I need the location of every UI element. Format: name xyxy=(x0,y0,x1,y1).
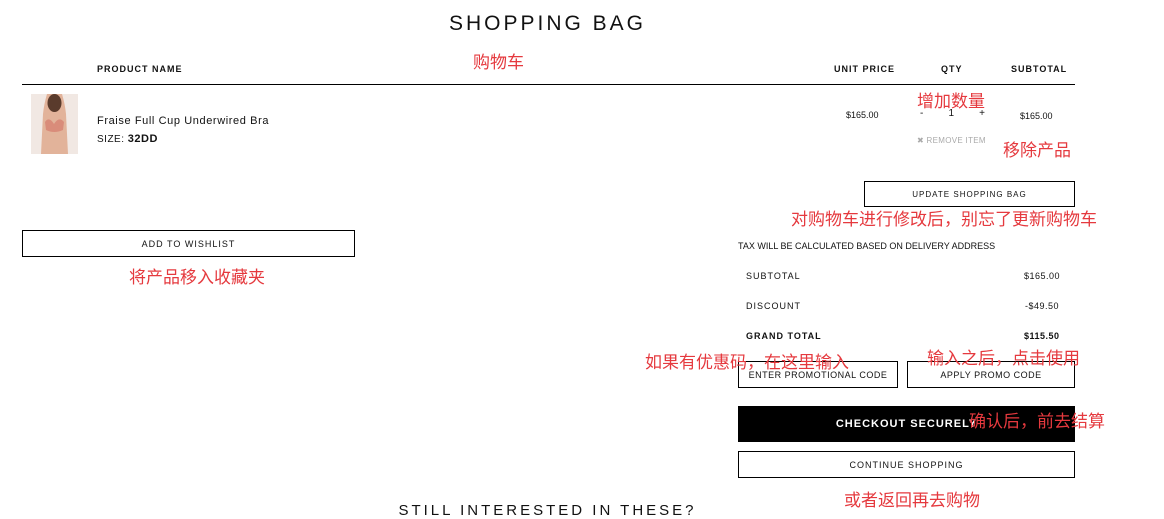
continue-shopping-button[interactable]: CONTINUE SHOPPING xyxy=(738,451,1075,478)
header-unit-price: UNIT PRICE xyxy=(834,64,896,74)
unit-price: $165.00 xyxy=(846,110,879,120)
update-shopping-bag-button[interactable]: UPDATE SHOPPING BAG xyxy=(864,181,1075,207)
product-name[interactable]: Fraise Full Cup Underwired Bra xyxy=(97,115,269,127)
summary-discount-label: DISCOUNT xyxy=(746,301,801,311)
product-size: SIZE: 32DD xyxy=(97,133,158,145)
product-photo-icon xyxy=(31,94,78,154)
remove-item-button[interactable]: ✖ REMOVE ITEM xyxy=(917,136,986,145)
header-divider xyxy=(22,84,1075,85)
product-image[interactable] xyxy=(31,94,78,154)
size-label: SIZE: xyxy=(97,134,125,145)
annotation-promo-apply: 输入之后，点击使用 xyxy=(927,349,1080,368)
summary-grand-total-value: $115.50 xyxy=(1024,331,1060,341)
annotation-continue: 或者返回再去购物 xyxy=(844,491,980,510)
item-subtotal: $165.00 xyxy=(1020,111,1053,121)
summary-subtotal-value: $165.00 xyxy=(1024,271,1061,281)
summary-grand-total-label: GRAND TOTAL xyxy=(746,331,822,341)
size-value: 32DD xyxy=(127,133,158,145)
annotation-remove-product: 移除产品 xyxy=(1003,141,1071,160)
close-icon: ✖ xyxy=(917,136,925,145)
add-to-wishlist-button[interactable]: ADD TO WISHLIST xyxy=(22,230,355,257)
annotation-add-quantity: 增加数量 xyxy=(917,92,985,111)
annotation-checkout: 确认后，前去结算 xyxy=(969,412,1105,431)
summary-discount-value: -$49.50 xyxy=(1025,301,1060,311)
header-subtotal: SUBTOTAL xyxy=(1011,64,1068,74)
annotation-promo-input: 如果有优惠码，在这里输入 xyxy=(645,353,849,372)
tax-note: TAX WILL BE CALCULATED BASED ON DELIVERY… xyxy=(738,241,996,251)
header-product-name: PRODUCT NAME xyxy=(97,64,183,74)
annotation-cart: 购物车 xyxy=(473,53,524,72)
header-qty: QTY xyxy=(941,64,963,74)
annotation-wishlist: 将产品移入收藏夹 xyxy=(129,268,265,287)
page-title: SHOPPING BAG xyxy=(448,12,647,35)
annotation-update-reminder: 对购物车进行修改后，别忘了更新购物车 xyxy=(791,210,1097,229)
remove-item-label: REMOVE ITEM xyxy=(926,136,986,145)
summary-subtotal-label: SUBTOTAL xyxy=(746,271,801,281)
